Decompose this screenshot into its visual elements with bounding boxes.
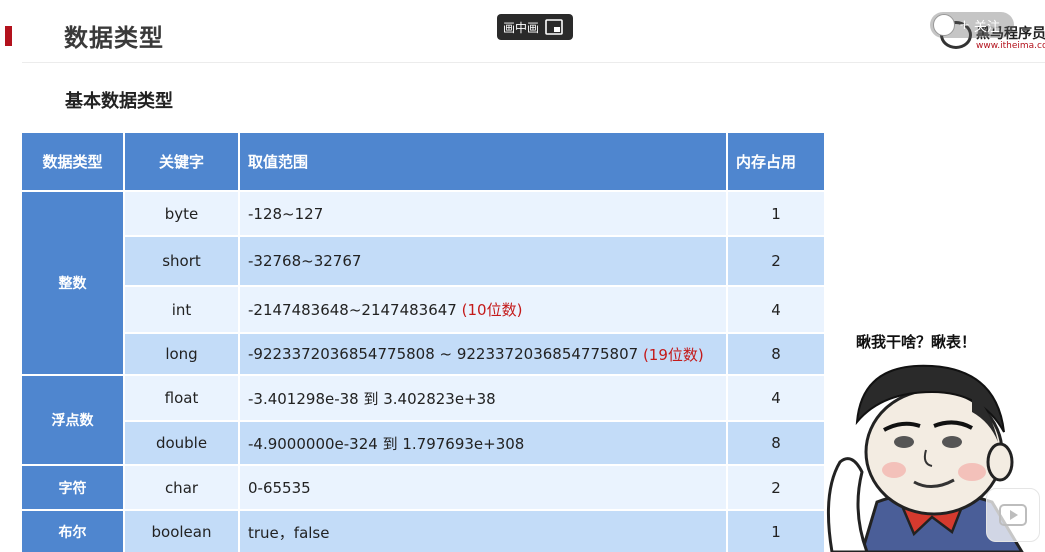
memory-cell: 4 bbox=[728, 376, 824, 420]
memory-cell: 1 bbox=[728, 192, 824, 235]
memory-cell: 1 bbox=[728, 511, 824, 552]
title-divider bbox=[22, 62, 1045, 63]
range-cell: -128~127 bbox=[240, 192, 726, 235]
data-types-table: 数据类型 关键字 取值范围 内存占用 整数 浮点数 字符 布尔 byte -12… bbox=[22, 133, 824, 552]
page-title: 数据类型 bbox=[64, 24, 164, 52]
keyword-cell: long bbox=[125, 334, 238, 374]
range-cell: -3.401298e-38 到 3.402823e+38 bbox=[240, 376, 726, 420]
range-text: 0-65535 bbox=[248, 478, 311, 497]
memory-cell: 8 bbox=[728, 422, 824, 464]
table-header-cell: 数据类型 bbox=[22, 133, 123, 190]
range-cell: -9223372036854775808 ~ 92233720368547758… bbox=[240, 334, 726, 374]
logo-url: www.itheima.com bbox=[976, 41, 1045, 51]
range-text: true，false bbox=[248, 523, 330, 542]
play-icon bbox=[999, 504, 1027, 526]
memory-cell: 8 bbox=[728, 334, 824, 374]
range-cell: 0-65535 bbox=[240, 466, 726, 509]
follow-label: 关注 bbox=[973, 19, 1000, 35]
memory-cell: 2 bbox=[728, 466, 824, 509]
table-header-cell: 取值范围 bbox=[240, 133, 726, 190]
range-note: (10位数) bbox=[461, 301, 523, 319]
table-header-cell: 内存占用 bbox=[728, 133, 824, 190]
uploader-avatar bbox=[933, 14, 955, 36]
keyword-cell: int bbox=[125, 287, 238, 332]
keyword-cell: double bbox=[125, 422, 238, 464]
keyword-cell: char bbox=[125, 466, 238, 509]
category-cell-float: 浮点数 bbox=[22, 376, 123, 464]
category-cell-integer: 整数 bbox=[22, 192, 123, 374]
table-header-cell: 关键字 bbox=[125, 133, 238, 190]
play-button[interactable] bbox=[986, 488, 1040, 542]
picture-in-picture-button[interactable]: 画中画 bbox=[497, 14, 573, 40]
range-cell: true，false bbox=[240, 511, 726, 552]
range-text: -128~127 bbox=[248, 204, 324, 223]
range-cell: -2147483648~2147483647 (10位数) bbox=[240, 287, 726, 332]
keyword-cell: short bbox=[125, 237, 238, 285]
title-accent-bar bbox=[5, 26, 12, 46]
range-text: -32768~32767 bbox=[248, 252, 362, 270]
range-text: -2147483648~2147483647 bbox=[248, 300, 457, 319]
section-subtitle: 基本数据类型 bbox=[65, 91, 173, 112]
category-cell-boolean: 布尔 bbox=[22, 511, 123, 552]
range-cell: -32768~32767 bbox=[240, 237, 726, 285]
plus-icon: + bbox=[959, 17, 970, 33]
keyword-cell: float bbox=[125, 376, 238, 420]
memory-cell: 2 bbox=[728, 237, 824, 285]
range-note: (19位数) bbox=[642, 345, 704, 364]
keyword-cell: boolean bbox=[125, 511, 238, 552]
memory-cell: 4 bbox=[728, 287, 824, 332]
range-text: -3.401298e-38 到 3.402823e+38 bbox=[248, 389, 496, 408]
range-text: -9223372036854775808 ~ 92233720368547758… bbox=[248, 345, 639, 363]
meme-caption: 瞅我干啥？瞅表！ bbox=[856, 333, 977, 351]
range-cell: -4.9000000e-324 到 1.797693e+308 bbox=[240, 422, 726, 464]
keyword-cell: byte bbox=[125, 192, 238, 235]
category-cell-char: 字符 bbox=[22, 466, 123, 509]
range-text: -4.9000000e-324 到 1.797693e+308 bbox=[248, 434, 525, 453]
pip-icon bbox=[545, 19, 563, 35]
follow-button[interactable]: + 关注 bbox=[930, 12, 1014, 38]
pip-label: 画中画 bbox=[503, 20, 540, 35]
